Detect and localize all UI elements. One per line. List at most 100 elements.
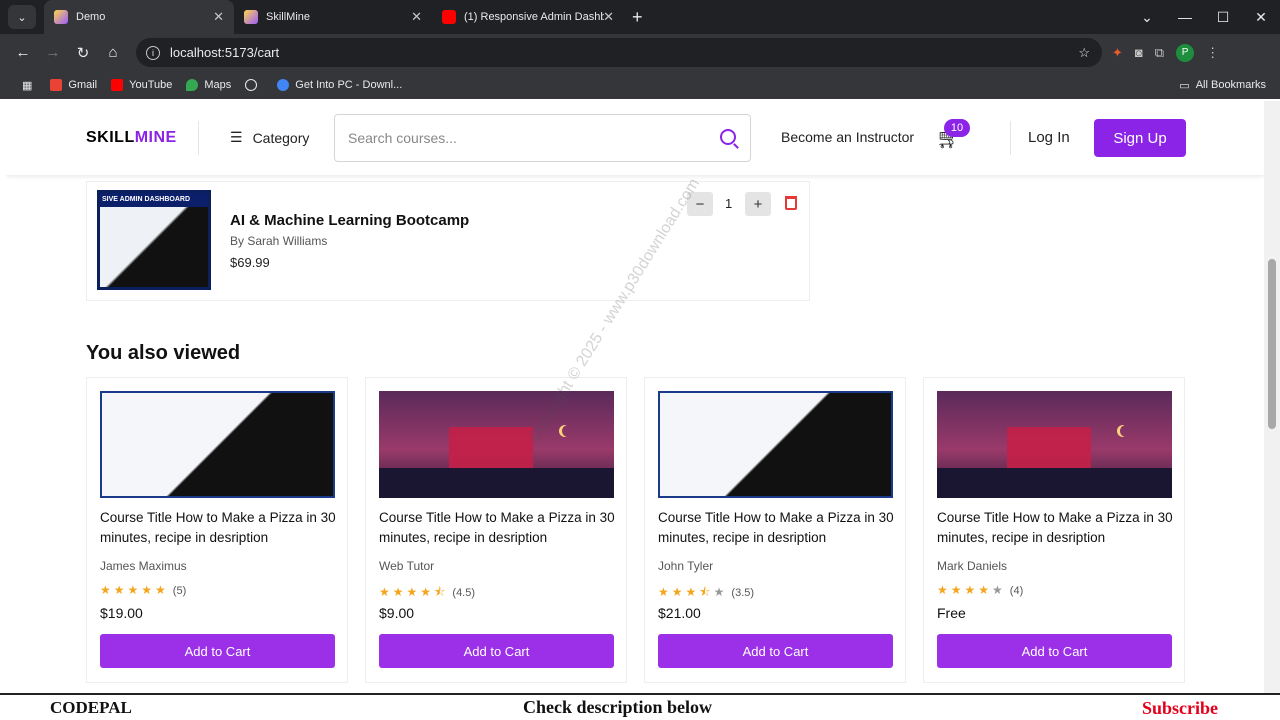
tab-search-button[interactable]: ⌄ xyxy=(8,5,36,29)
search-icon[interactable] xyxy=(720,129,736,145)
course-title[interactable]: Course Title How to Make a Pizza in 30 m… xyxy=(379,508,619,548)
cart-item-price: $69.99 xyxy=(230,255,270,270)
page-content: SKILLMINE ☰ Category Search courses... B… xyxy=(6,101,1264,693)
subscribe-text: Subscribe xyxy=(1142,698,1219,718)
address-bar[interactable]: i localhost:5173/cart ☆ xyxy=(136,38,1102,67)
rating-value: (3.5) xyxy=(731,587,755,599)
maps-icon xyxy=(186,79,199,91)
close-icon[interactable]: ✕ xyxy=(603,9,614,25)
window-controls: ⌄ — ☐ ✕ xyxy=(1128,0,1280,34)
bookmarks-bar: ▦ Gmail YouTube Maps Get Into PC - Downl… xyxy=(0,71,1280,99)
new-tab-button[interactable]: + xyxy=(632,7,643,28)
add-to-cart-button[interactable]: Add to Cart xyxy=(379,634,614,668)
camera-icon[interactable]: ◙ xyxy=(1135,45,1143,60)
apps-grid-icon[interactable]: ▦ xyxy=(22,79,32,92)
vite-icon xyxy=(54,10,68,24)
google-icon xyxy=(277,79,290,91)
course-author: James Maximus xyxy=(100,559,187,573)
url-text: localhost:5173/cart xyxy=(170,45,280,60)
all-bookmarks[interactable]: ▭ All Bookmarks xyxy=(1179,71,1266,99)
cart-item-author: By Sarah Williams xyxy=(230,234,328,248)
course-author: Web Tutor xyxy=(379,559,435,573)
bookmark-gmail[interactable]: Gmail xyxy=(50,79,97,91)
tab-skillmine[interactable]: SkillMine ✕ xyxy=(234,0,432,34)
channel-name: CODEPAL xyxy=(50,698,132,717)
tab-demo[interactable]: Demo ✕ xyxy=(44,0,234,34)
trash-icon[interactable] xyxy=(785,196,797,210)
course-card: Course Title How to Make a Pizza in 30 m… xyxy=(86,377,348,683)
hamburger-icon: ☰ xyxy=(230,129,243,145)
more-menu-icon[interactable]: ⋮ xyxy=(1206,45,1219,61)
bookmark-getintopc[interactable]: Get Into PC - Downl... xyxy=(277,79,402,91)
increase-quantity-button[interactable]: + xyxy=(745,192,771,216)
course-price: $19.00 xyxy=(100,605,143,621)
cart-count-badge: 10 xyxy=(944,119,970,137)
rating-value: (4) xyxy=(1009,585,1024,597)
scrollbar-thumb[interactable] xyxy=(1268,259,1276,429)
divider xyxy=(1010,121,1011,155)
star-icon[interactable]: ☆ xyxy=(1078,45,1090,61)
course-card: Course Title How to Make a Pizza in 30 m… xyxy=(644,377,906,683)
folder-icon: ▭ xyxy=(1179,79,1190,92)
quantity-value: 1 xyxy=(725,196,733,211)
close-window-icon[interactable]: ✕ xyxy=(1242,9,1280,26)
section-title: You also viewed xyxy=(86,342,241,364)
reload-icon[interactable]: ↻ xyxy=(68,44,98,62)
caption-text: Check description below xyxy=(523,697,712,717)
bookmark-youtube[interactable]: YouTube xyxy=(111,79,172,91)
become-instructor-link[interactable]: Become an Instructor xyxy=(781,129,914,145)
add-to-cart-button[interactable]: Add to Cart xyxy=(100,634,335,668)
bookmark-maps[interactable]: Maps xyxy=(186,79,231,91)
chevron-down-icon[interactable]: ⌄ xyxy=(1128,9,1166,26)
cart-item: SIVE ADMIN DASHBOARD AI & Machine Learni… xyxy=(86,181,810,301)
course-thumbnail[interactable] xyxy=(379,391,614,498)
minimize-icon[interactable]: — xyxy=(1166,9,1204,25)
globe-icon xyxy=(245,79,258,91)
tab-title: Demo xyxy=(76,11,106,23)
course-card: Course Title How to Make a Pizza in 30 m… xyxy=(923,377,1185,683)
extension-fox-icon[interactable]: ✦ xyxy=(1112,45,1123,61)
course-author: John Tyler xyxy=(658,559,714,573)
tab-title: SkillMine xyxy=(266,11,311,23)
course-title[interactable]: Course Title How to Make a Pizza in 30 m… xyxy=(100,508,340,548)
add-to-cart-button[interactable]: Add to Cart xyxy=(937,634,1172,668)
signup-button[interactable]: Sign Up xyxy=(1094,119,1186,157)
site-logo[interactable]: SKILLMINE xyxy=(86,129,177,147)
course-title[interactable]: Course Title How to Make a Pizza in 30 m… xyxy=(658,508,898,548)
rating-value: (5) xyxy=(172,585,187,597)
course-author: Mark Daniels xyxy=(937,559,1008,573)
search-input[interactable]: Search courses... xyxy=(334,114,751,162)
course-thumbnail[interactable] xyxy=(937,391,1172,498)
course-thumbnail[interactable] xyxy=(100,391,335,498)
home-icon[interactable]: ⌂ xyxy=(98,44,128,61)
site-header: SKILLMINE ☰ Category Search courses... B… xyxy=(6,101,1264,175)
puzzle-icon[interactable]: ⧉ xyxy=(1155,45,1164,61)
vite-icon xyxy=(244,10,258,24)
back-icon[interactable]: ← xyxy=(8,44,38,61)
rating-stars: ★★★★⯪ (4.5) xyxy=(379,585,476,599)
extensions-area: ✦ ◙ ⧉ P ⋮ xyxy=(1112,34,1219,71)
tab-youtube[interactable]: (1) Responsive Admin Dashboard ✕ xyxy=(432,0,624,34)
maximize-icon[interactable]: ☐ xyxy=(1204,9,1242,26)
add-to-cart-button[interactable]: Add to Cart xyxy=(658,634,893,668)
rating-value: (4.5) xyxy=(452,587,476,599)
youtube-icon xyxy=(442,10,456,24)
course-price: Free xyxy=(937,605,966,621)
close-icon[interactable]: ✕ xyxy=(213,9,224,25)
profile-avatar[interactable]: P xyxy=(1176,43,1195,62)
browser-toolbar: ← → ↻ ⌂ i localhost:5173/cart ☆ ✦ ◙ ⧉ P … xyxy=(0,34,1280,71)
forward-icon[interactable]: → xyxy=(38,44,68,61)
page-scrollbar[interactable] xyxy=(1264,101,1280,693)
course-thumbnail[interactable] xyxy=(658,391,893,498)
rating-stars: ★★★★★ (5) xyxy=(100,583,187,597)
course-title[interactable]: Course Title How to Make a Pizza in 30 m… xyxy=(937,508,1177,548)
course-thumbnail[interactable]: SIVE ADMIN DASHBOARD xyxy=(97,190,211,290)
category-menu[interactable]: ☰ Category xyxy=(230,129,309,146)
login-button[interactable]: Log In xyxy=(1028,129,1070,146)
close-icon[interactable]: ✕ xyxy=(411,9,422,25)
info-icon[interactable]: i xyxy=(146,45,160,60)
divider xyxy=(198,121,199,155)
bookmark-globe[interactable] xyxy=(245,79,263,91)
cart-item-title[interactable]: AI & Machine Learning Bootcamp xyxy=(230,212,469,229)
course-price: $9.00 xyxy=(379,605,415,621)
